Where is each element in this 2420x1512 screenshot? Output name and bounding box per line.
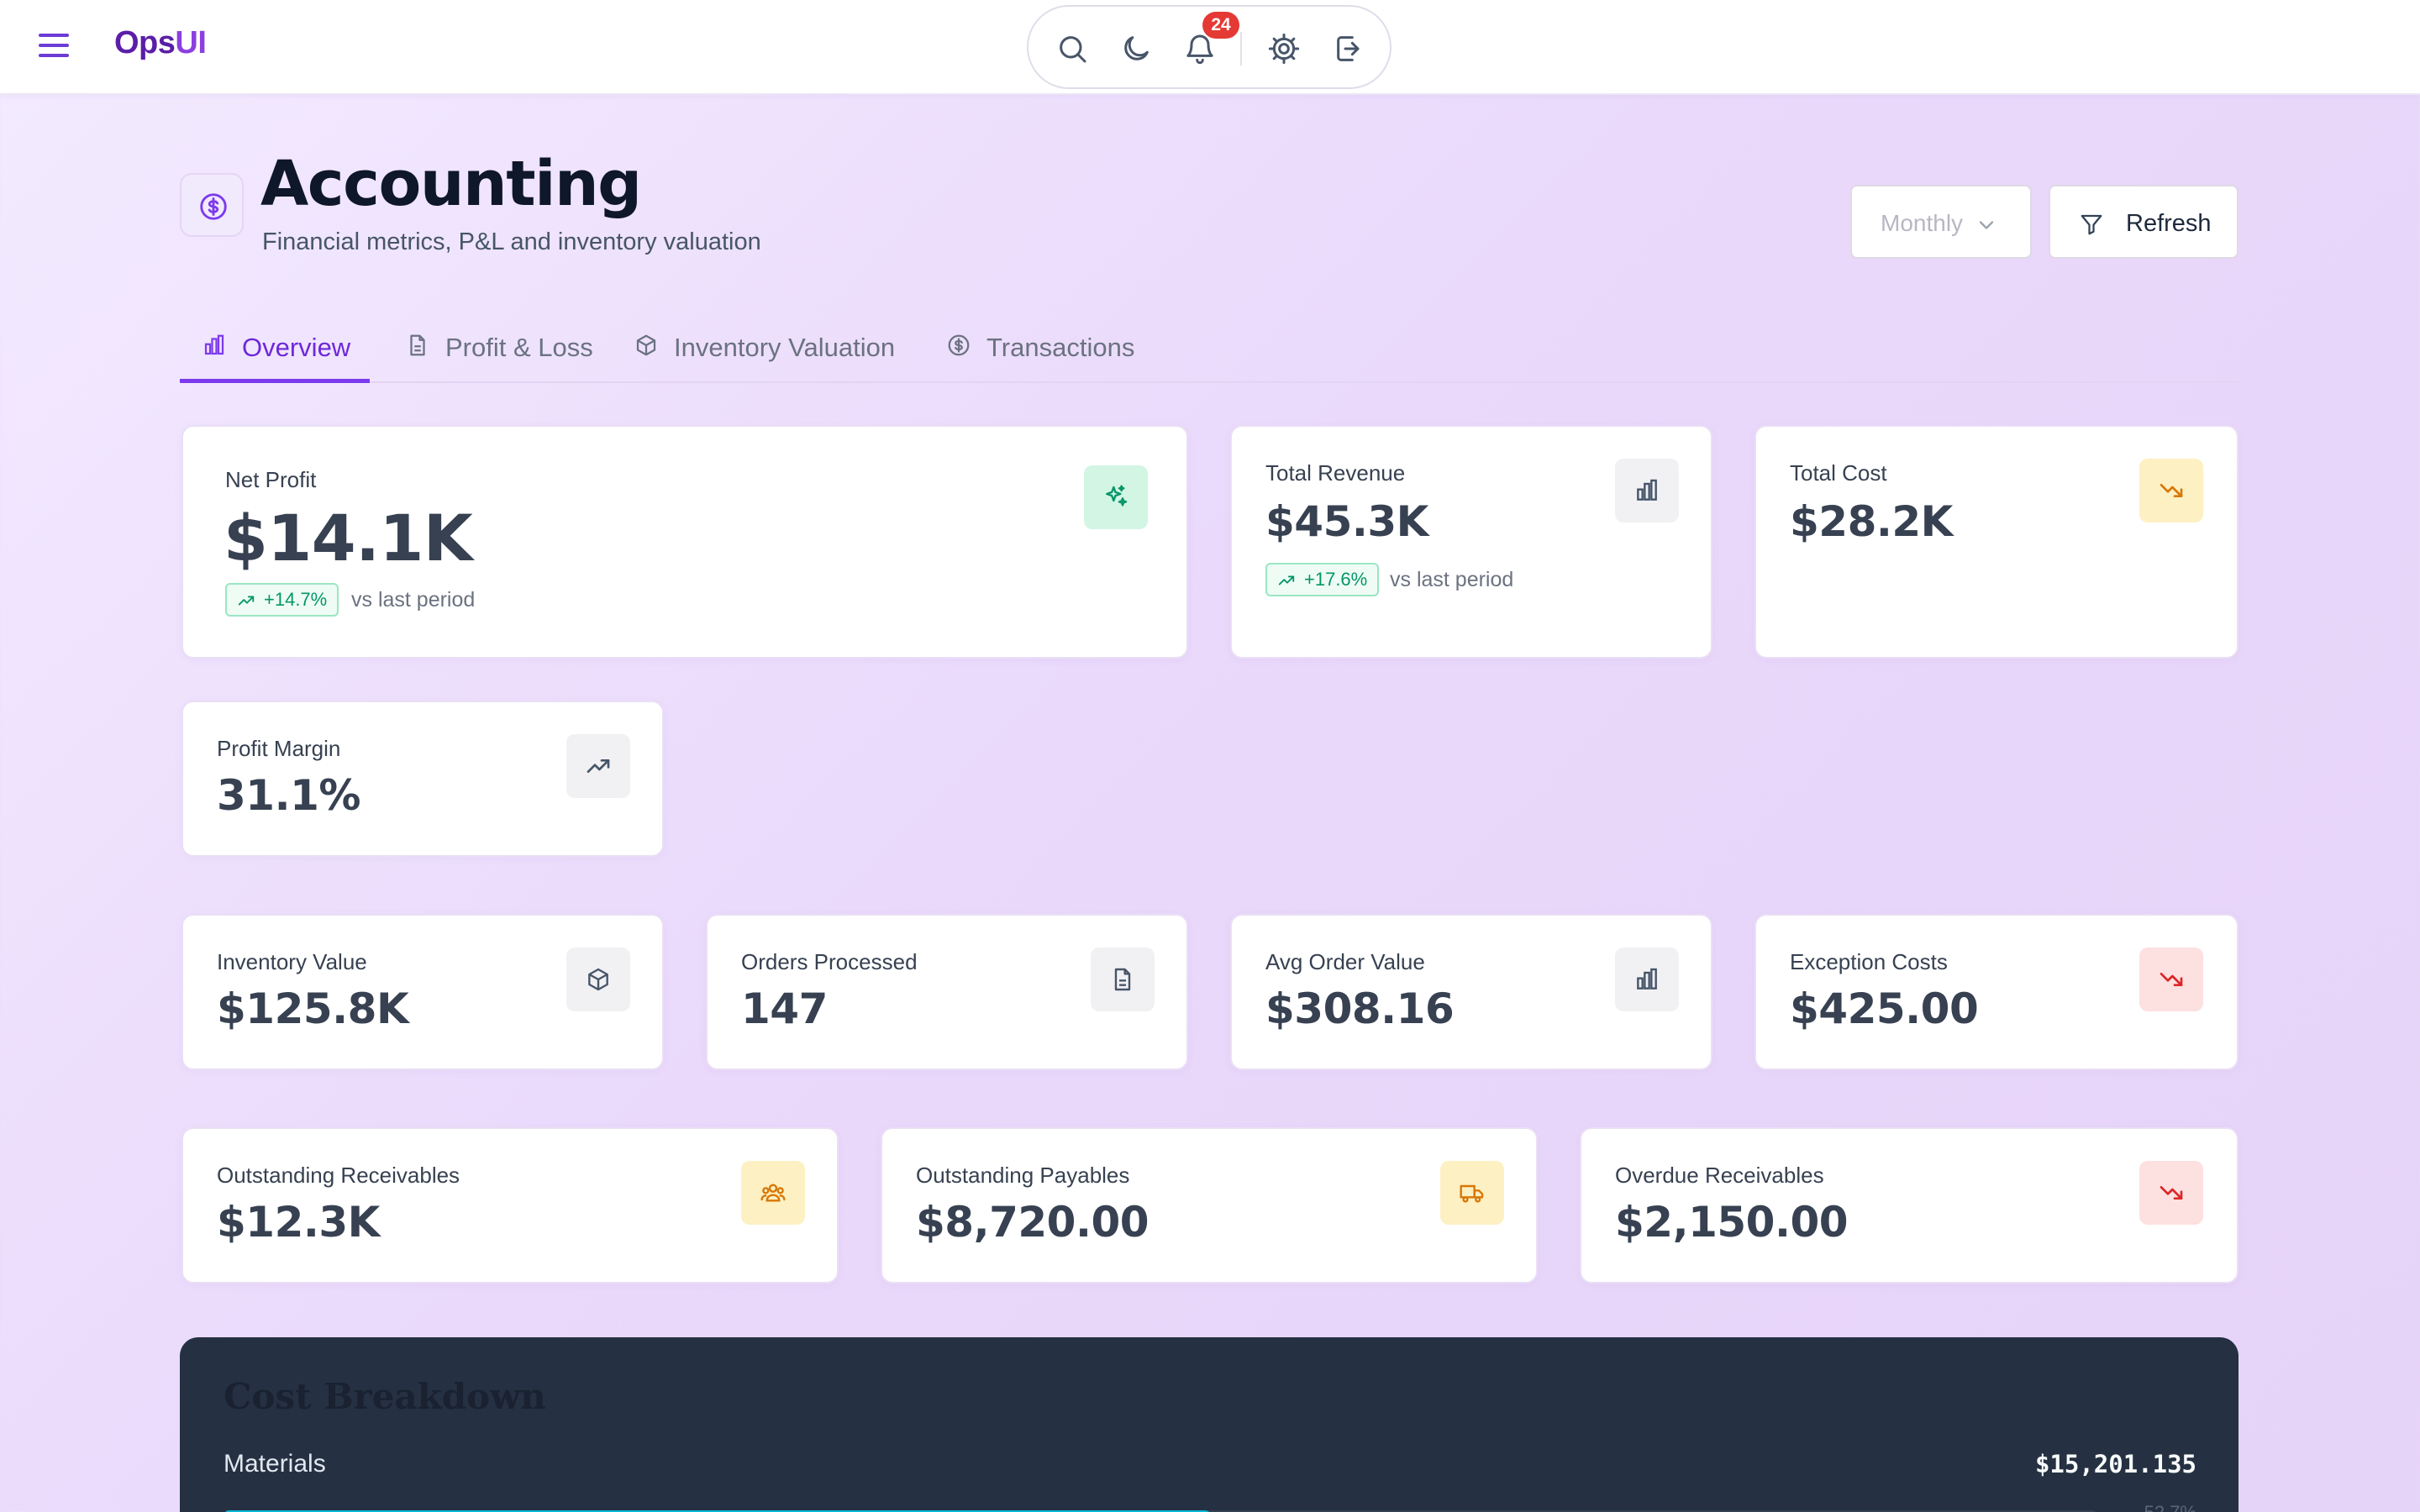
document-icon	[1091, 948, 1155, 1011]
brand-main-text: Ops	[114, 25, 176, 60]
period-select[interactable]: Monthly	[1850, 185, 2032, 259]
truck-icon	[1440, 1161, 1504, 1225]
page-subtitle: Financial metrics, P&L and inventory val…	[262, 228, 761, 255]
breakdown-row-label: Materials	[224, 1450, 326, 1478]
trending-up-icon	[566, 734, 630, 798]
net-profit-card: Net Profit $14.1K +14.7% vs last period	[182, 425, 1188, 659]
metric-label: Profit Margin	[217, 736, 341, 761]
total-cost-card: Total Cost $28.2K	[1754, 425, 2238, 659]
metric-label: Avg Order Value	[1265, 949, 1425, 974]
bar-chart-icon	[1615, 459, 1679, 522]
trending-down-icon	[2139, 948, 2203, 1011]
metric-label: Net Profit	[225, 467, 317, 492]
metric-value: $425.00	[1790, 984, 1979, 1033]
avg-order-value-card: Avg Order Value $308.16	[1230, 914, 1712, 1070]
tab-profit-loss[interactable]: Profit & Loss	[383, 326, 593, 383]
brand-accent-text: UI	[175, 25, 207, 60]
trending-down-icon	[2139, 459, 2203, 522]
metric-value: $8,720.00	[916, 1198, 1150, 1247]
tab-transactions[interactable]: Transactions	[924, 326, 1134, 383]
outstanding-receivables-card: Outstanding Receivables $12.3K	[182, 1127, 839, 1284]
divider	[1240, 32, 1242, 66]
metric-value: 147	[741, 984, 828, 1033]
metric-value: $125.8K	[217, 984, 409, 1033]
gear-icon[interactable]	[1267, 32, 1301, 66]
breakdown-row-value: $15,201.135	[2034, 1450, 2196, 1478]
metric-label: Exception Costs	[1790, 949, 1948, 974]
metric-value: $308.16	[1265, 984, 1455, 1033]
tab-bar: Overview Profit & Loss Inventory Valuati…	[180, 326, 2238, 383]
metric-label: Outstanding Receivables	[217, 1163, 460, 1188]
trending-up-icon	[1278, 575, 1295, 585]
metric-value: $2,150.00	[1615, 1198, 1849, 1247]
total-revenue-card: Total Revenue $45.3K +17.6% vs last peri…	[1230, 425, 1712, 659]
bar-chart-icon	[1615, 948, 1679, 1011]
cost-breakdown-title: Cost Breakdown	[224, 1376, 546, 1417]
metric-label: Orders Processed	[741, 949, 918, 974]
box-icon	[636, 334, 656, 356]
refresh-button[interactable]: Refresh	[2049, 185, 2238, 259]
metric-value: $28.2K	[1790, 497, 1953, 546]
orders-processed-card: Orders Processed 147	[706, 914, 1188, 1070]
profit-margin-card: Profit Margin 31.1%	[182, 701, 664, 857]
logout-icon[interactable]	[1333, 32, 1366, 66]
moon-icon[interactable]	[1119, 32, 1153, 66]
metric-label: Total Revenue	[1265, 460, 1406, 486]
refresh-button-label: Refresh	[2126, 210, 2212, 237]
change-badge: +17.6%	[1265, 563, 1380, 596]
change-value: +14.7%	[264, 589, 328, 610]
metric-label: Total Cost	[1790, 460, 1887, 486]
brand-logo[interactable]: OpsUI	[114, 25, 207, 61]
page-title: Accounting	[260, 148, 642, 220]
inventory-value-card: Inventory Value $125.8K	[182, 914, 664, 1070]
period-select-value: Monthly	[1881, 210, 1964, 236]
tab-label: Profit & Loss	[445, 333, 593, 362]
outstanding-payables-card: Outstanding Payables $8,720.00	[881, 1127, 1538, 1284]
metric-value: $12.3K	[217, 1198, 380, 1247]
breakdown-percent: 52.7%	[2144, 1502, 2196, 1512]
change-value: +17.6%	[1304, 569, 1368, 590]
filter-icon	[2081, 214, 2102, 235]
trending-up-icon	[238, 596, 255, 606]
metric-value: $14.1K	[224, 501, 473, 575]
sparkles-icon	[1084, 465, 1148, 529]
header-actions: 24	[1027, 5, 1392, 89]
tab-label: Transactions	[986, 333, 1135, 362]
top-bar: OpsUI 24	[0, 0, 2420, 95]
metric-label: Overdue Receivables	[1615, 1163, 1824, 1188]
metric-value: 31.1%	[217, 771, 360, 820]
compare-text: vs last period	[1390, 568, 1514, 591]
cost-breakdown-panel: Cost Breakdown Materials $15,201.135 52.…	[180, 1337, 2238, 1512]
menu-icon[interactable]	[39, 34, 69, 60]
overdue-receivables-card: Overdue Receivables $2,150.00	[1580, 1127, 2238, 1284]
change-badge: +14.7%	[225, 583, 339, 617]
tab-label: Inventory Valuation	[674, 333, 896, 362]
metric-label: Outstanding Payables	[916, 1163, 1130, 1188]
document-icon	[410, 334, 425, 356]
box-icon	[566, 948, 630, 1011]
exception-costs-card: Exception Costs $425.00	[1754, 914, 2238, 1070]
tab-label: Overview	[242, 333, 351, 362]
trending-down-icon	[2139, 1161, 2203, 1225]
search-icon[interactable]	[1055, 32, 1089, 66]
metric-value: $45.3K	[1265, 497, 1428, 546]
dollar-icon	[948, 334, 970, 356]
tab-overview[interactable]: Overview	[180, 326, 370, 383]
compare-text: vs last period	[351, 588, 476, 612]
bar-chart-icon	[204, 334, 224, 355]
dollar-icon	[180, 173, 244, 237]
chevron-down-icon	[1979, 221, 1994, 229]
users-icon	[741, 1161, 805, 1225]
notification-badge: 24	[1202, 12, 1239, 39]
tab-inventory-valuation[interactable]: Inventory Valuation	[612, 326, 897, 383]
metric-label: Inventory Value	[217, 949, 367, 974]
